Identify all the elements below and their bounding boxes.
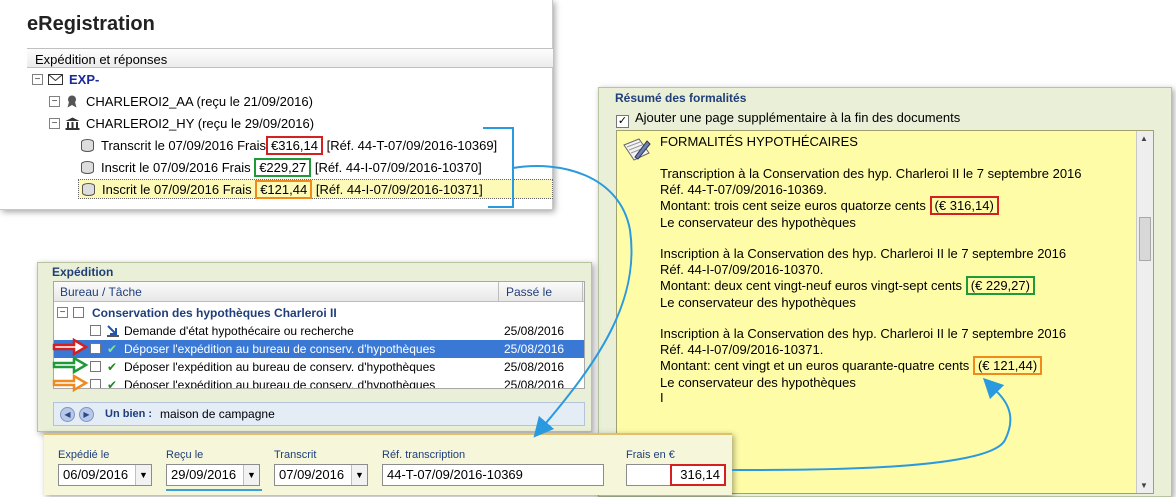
bracket-line: [483, 127, 514, 208]
link-arrow: [731, 377, 1012, 471]
link-arrow: [512, 165, 633, 438]
annotation-overlay: [483, 127, 1012, 471]
